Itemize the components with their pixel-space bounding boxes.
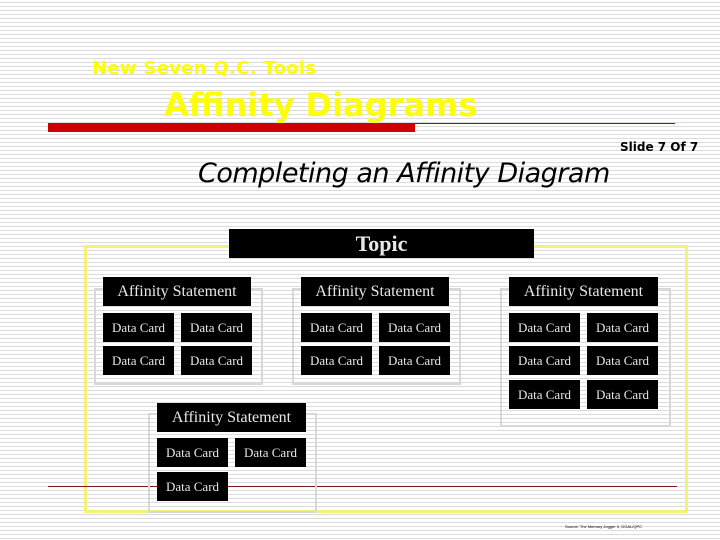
slide-subtitle: Completing an Affinity Diagram [198, 158, 610, 189]
topic-box: Topic [229, 229, 534, 258]
data-card: Data Card [587, 313, 658, 342]
data-card: Data Card [181, 346, 252, 375]
data-card: Data Card [157, 438, 228, 467]
data-card: Data Card [157, 472, 228, 501]
bottom-rule [48, 486, 677, 487]
slide-number: Slide 7 Of 7 [620, 140, 699, 154]
affinity-statement: Affinity Statement [103, 277, 251, 306]
affinity-statement: Affinity Statement [301, 277, 449, 306]
data-card: Data Card [301, 346, 372, 375]
affinity-statement: Affinity Statement [509, 277, 658, 306]
data-card: Data Card [509, 380, 580, 409]
title-underline-bar [48, 123, 415, 132]
data-card: Data Card [587, 380, 658, 409]
data-card: Data Card [379, 346, 450, 375]
data-card: Data Card [379, 313, 450, 342]
data-card: Data Card [587, 346, 658, 375]
data-card: Data Card [509, 346, 580, 375]
data-card: Data Card [181, 313, 252, 342]
data-card: Data Card [301, 313, 372, 342]
data-card: Data Card [103, 346, 174, 375]
affinity-statement: Affinity Statement [157, 403, 306, 432]
source-footnote: Source: The Memory Jogger II, GOAL/QPC [565, 524, 643, 529]
data-card: Data Card [235, 438, 306, 467]
data-card: Data Card [103, 313, 174, 342]
supertitle: New Seven Q.C. Tools [92, 58, 317, 79]
data-card: Data Card [509, 313, 580, 342]
slide-title: Affinity Diagrams [164, 86, 478, 124]
